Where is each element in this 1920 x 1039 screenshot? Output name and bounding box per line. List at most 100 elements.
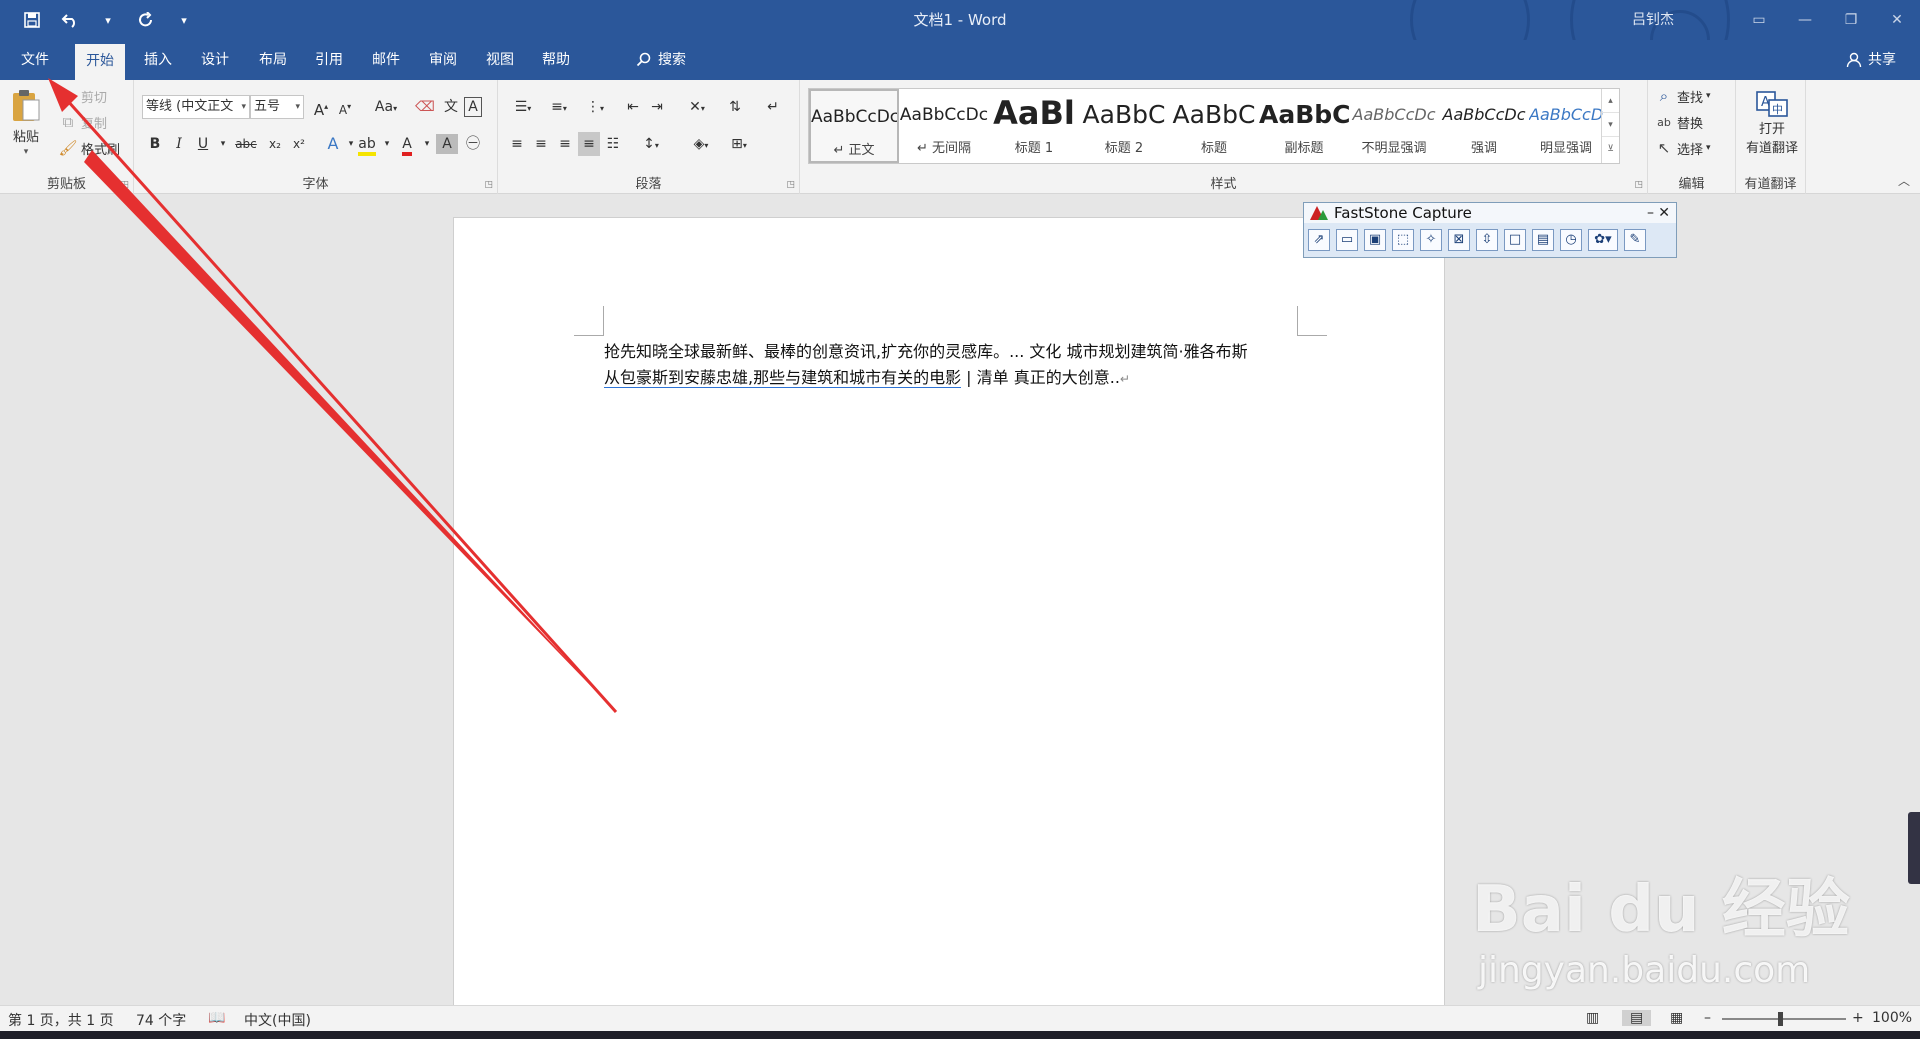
justify-icon[interactable]: ≡: [578, 132, 600, 156]
proofing-icon[interactable]: 📖: [208, 1010, 225, 1026]
side-tab[interactable]: [1908, 812, 1920, 884]
faststone-close-icon[interactable]: ✕: [1658, 205, 1670, 221]
style-normal[interactable]: AaBbCcDc ↵ 正文: [809, 89, 899, 163]
tab-help[interactable]: 帮助: [531, 40, 581, 80]
chinese-layout-icon[interactable]: ✕▾: [680, 95, 714, 119]
document-link[interactable]: 从包豪斯到安藤忠雄,那些与建筑和城市有关的电影: [604, 368, 962, 388]
minimize-icon[interactable]: —: [1782, 0, 1828, 40]
tab-review[interactable]: 审阅: [418, 40, 468, 80]
open-file-icon[interactable]: ⇗: [1308, 229, 1330, 251]
tell-me-search[interactable]: 搜索: [636, 40, 686, 80]
bullets-icon[interactable]: ☰▾: [506, 95, 540, 119]
copy-button[interactable]: ⧉ 复制: [58, 112, 107, 132]
distributed-icon[interactable]: ☷: [602, 132, 624, 156]
align-right-icon[interactable]: ≡: [554, 132, 576, 156]
style-intense-emphasis[interactable]: AaBbCcDc 明显强调: [1529, 89, 1603, 163]
zoom-out-button[interactable]: –: [1704, 1010, 1711, 1026]
increase-indent-icon[interactable]: ⇥: [646, 95, 668, 119]
close-icon[interactable]: ✕: [1874, 0, 1920, 40]
gallery-down-icon[interactable]: ▾: [1602, 113, 1619, 137]
styles-launcher-icon[interactable]: ◳: [1634, 180, 1643, 190]
style-subtitle[interactable]: AaBbC 副标题: [1259, 89, 1349, 163]
style-emphasis[interactable]: AaBbCcDc 强调: [1439, 89, 1529, 163]
document-page[interactable]: 抢先知晓全球最新鲜、最棒的创意资讯,扩充你的灵感库。... 文化 城市规划建筑简…: [453, 217, 1445, 1039]
capture-fixed-region-icon[interactable]: □: [1504, 229, 1526, 251]
ribbon-display-icon[interactable]: ▭: [1736, 0, 1782, 40]
sort-icon[interactable]: ⇅: [724, 95, 746, 119]
capture-freehand-icon[interactable]: ✧: [1420, 229, 1442, 251]
capture-fullscreen-icon[interactable]: ⊠: [1448, 229, 1470, 251]
output-options-icon[interactable]: ✿▾: [1588, 229, 1618, 251]
document-line[interactable]: 从包豪斯到安藤忠雄,那些与建筑和城市有关的电影 | 清单 真正的大创意..↵: [604, 364, 1130, 388]
style-no-spacing[interactable]: AaBbCcDc ↵ 无间隔: [899, 89, 989, 163]
enclose-characters-icon[interactable]: ㊀: [462, 132, 484, 156]
bold-button[interactable]: B: [144, 132, 166, 156]
settings-icon[interactable]: ✎: [1624, 229, 1646, 251]
font-color-icon[interactable]: A: [396, 132, 418, 156]
zoom-slider[interactable]: [1722, 1018, 1846, 1020]
borders-icon[interactable]: ⊞▾: [722, 132, 756, 156]
language-status[interactable]: 中文(中国): [244, 1010, 311, 1030]
align-center-icon[interactable]: ≡: [530, 132, 552, 156]
zoom-in-button[interactable]: +: [1852, 1010, 1864, 1026]
style-heading-1[interactable]: AaBl 标题 1: [989, 89, 1079, 163]
strikethrough-button[interactable]: abc: [232, 132, 260, 156]
tab-layout[interactable]: 布局: [248, 40, 298, 80]
tab-file[interactable]: 文件: [10, 40, 60, 80]
faststone-title-bar[interactable]: FastStone Capture – ✕: [1304, 203, 1676, 223]
paste-button[interactable]: 粘贴 ▾: [10, 88, 42, 157]
zoom-level[interactable]: 100%: [1872, 1010, 1912, 1026]
word-count[interactable]: 74 个字: [136, 1010, 186, 1030]
clear-formatting-icon[interactable]: ⌫: [414, 95, 436, 119]
faststone-capture-window[interactable]: FastStone Capture – ✕ ⇗ ▭ ▣ ⬚ ✧ ⊠ ⇳ □ ▤ …: [1303, 202, 1677, 258]
underline-dropdown-icon[interactable]: ▾: [212, 132, 234, 156]
replace-button[interactable]: ab 替换: [1654, 112, 1703, 132]
tab-mailings[interactable]: 邮件: [361, 40, 411, 80]
gallery-up-icon[interactable]: ▴: [1602, 89, 1619, 113]
paste-dropdown-icon[interactable]: ▾: [24, 147, 29, 157]
capture-window-icon[interactable]: ▭: [1336, 229, 1358, 251]
shrink-font-button[interactable]: A▾: [334, 95, 356, 119]
phonetic-guide-icon[interactable]: 文: [440, 95, 462, 119]
font-color-dropdown-icon[interactable]: ▾: [416, 132, 438, 156]
style-heading-2[interactable]: AaBbC 标题 2: [1079, 89, 1169, 163]
change-case-button[interactable]: Aa▾: [370, 95, 402, 119]
collapse-ribbon-icon[interactable]: ︿: [1898, 172, 1910, 189]
underline-button[interactable]: U: [192, 132, 214, 156]
restore-icon[interactable]: ❐: [1828, 0, 1874, 40]
gallery-more-icon[interactable]: ⊻: [1602, 137, 1619, 161]
document-line[interactable]: 抢先知晓全球最新鲜、最棒的创意资讯,扩充你的灵感库。... 文化 城市规划建筑简…: [604, 338, 1248, 362]
italic-button[interactable]: I: [168, 132, 190, 156]
multilevel-list-icon[interactable]: ⋮▾: [578, 95, 612, 119]
tab-view[interactable]: 视图: [475, 40, 525, 80]
web-layout-icon[interactable]: ▦: [1670, 1010, 1683, 1026]
print-layout-icon[interactable]: ▤: [1622, 1010, 1652, 1026]
paragraph-launcher-icon[interactable]: ◳: [786, 180, 795, 190]
clipboard-launcher-icon[interactable]: ◳: [120, 180, 129, 190]
subscript-button[interactable]: x₂: [264, 132, 286, 156]
cut-button[interactable]: ✂ 剪切: [58, 86, 107, 106]
select-button[interactable]: ↖ 选择 ▾: [1654, 138, 1711, 158]
font-launcher-icon[interactable]: ◳: [484, 180, 493, 190]
decrease-indent-icon[interactable]: ⇤: [622, 95, 644, 119]
show-marks-icon[interactable]: ↵: [762, 95, 784, 119]
find-button[interactable]: ⌕ 查找 ▾: [1654, 86, 1711, 106]
open-youdao-button[interactable]: A中 打开 有道翻译: [1742, 90, 1802, 156]
faststone-minimize-icon[interactable]: –: [1647, 205, 1654, 221]
character-border-icon[interactable]: A: [464, 97, 482, 117]
style-subtle-emphasis[interactable]: AaBbCcDc 不明显强调: [1349, 89, 1439, 163]
format-painter-button[interactable]: 🖌 格式刷: [58, 138, 120, 158]
capture-object-icon[interactable]: ▣: [1364, 229, 1386, 251]
zoom-slider-thumb[interactable]: [1778, 1012, 1783, 1026]
grow-font-button[interactable]: A▴: [310, 95, 332, 119]
highlight-dropdown-icon[interactable]: ▾: [376, 132, 398, 156]
align-left-icon[interactable]: ≡: [506, 132, 528, 156]
tab-design[interactable]: 设计: [190, 40, 240, 80]
numbering-icon[interactable]: ≡▾: [542, 95, 576, 119]
tab-home[interactable]: 开始: [75, 44, 125, 80]
character-shading-icon[interactable]: A: [436, 134, 458, 154]
tab-insert[interactable]: 插入: [133, 40, 183, 80]
superscript-button[interactable]: x²: [288, 132, 310, 156]
screen-record-icon[interactable]: ▤: [1532, 229, 1554, 251]
share-button[interactable]: 共享: [1846, 40, 1896, 80]
